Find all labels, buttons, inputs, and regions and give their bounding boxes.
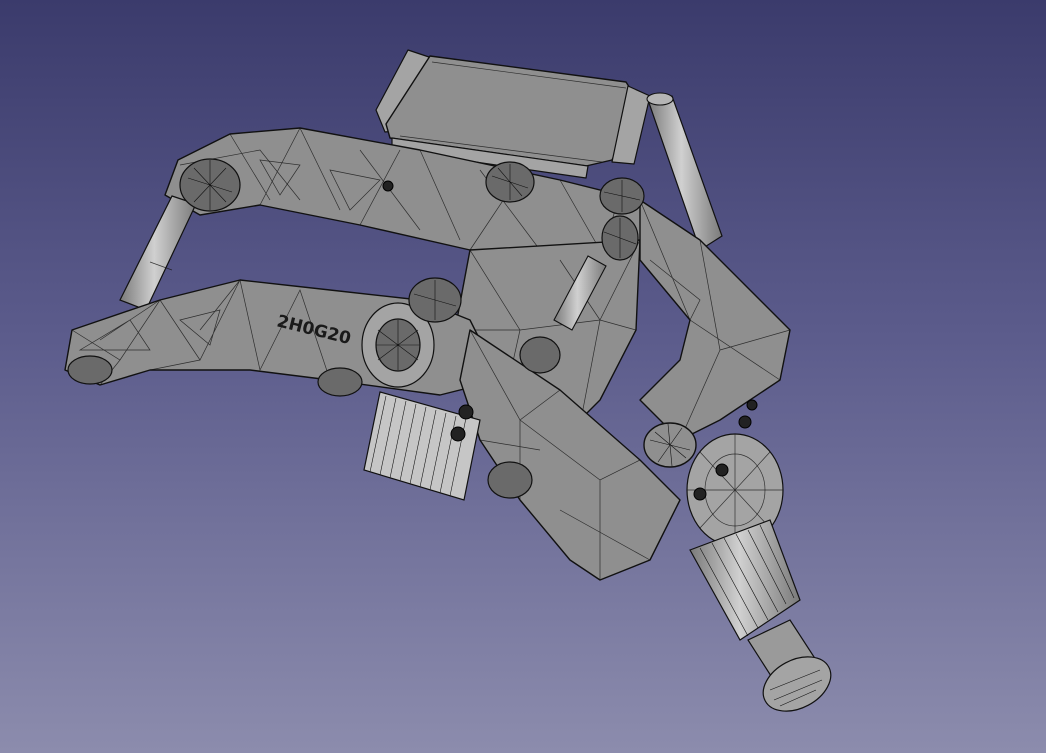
- 3d-viewport[interactable]: 2H0G20: [0, 0, 1046, 753]
- tripod-knob: [689, 519, 832, 712]
- left-crossbar-cylinder: [119, 195, 197, 311]
- mesh-model-render[interactable]: 2H0G20: [0, 0, 1046, 753]
